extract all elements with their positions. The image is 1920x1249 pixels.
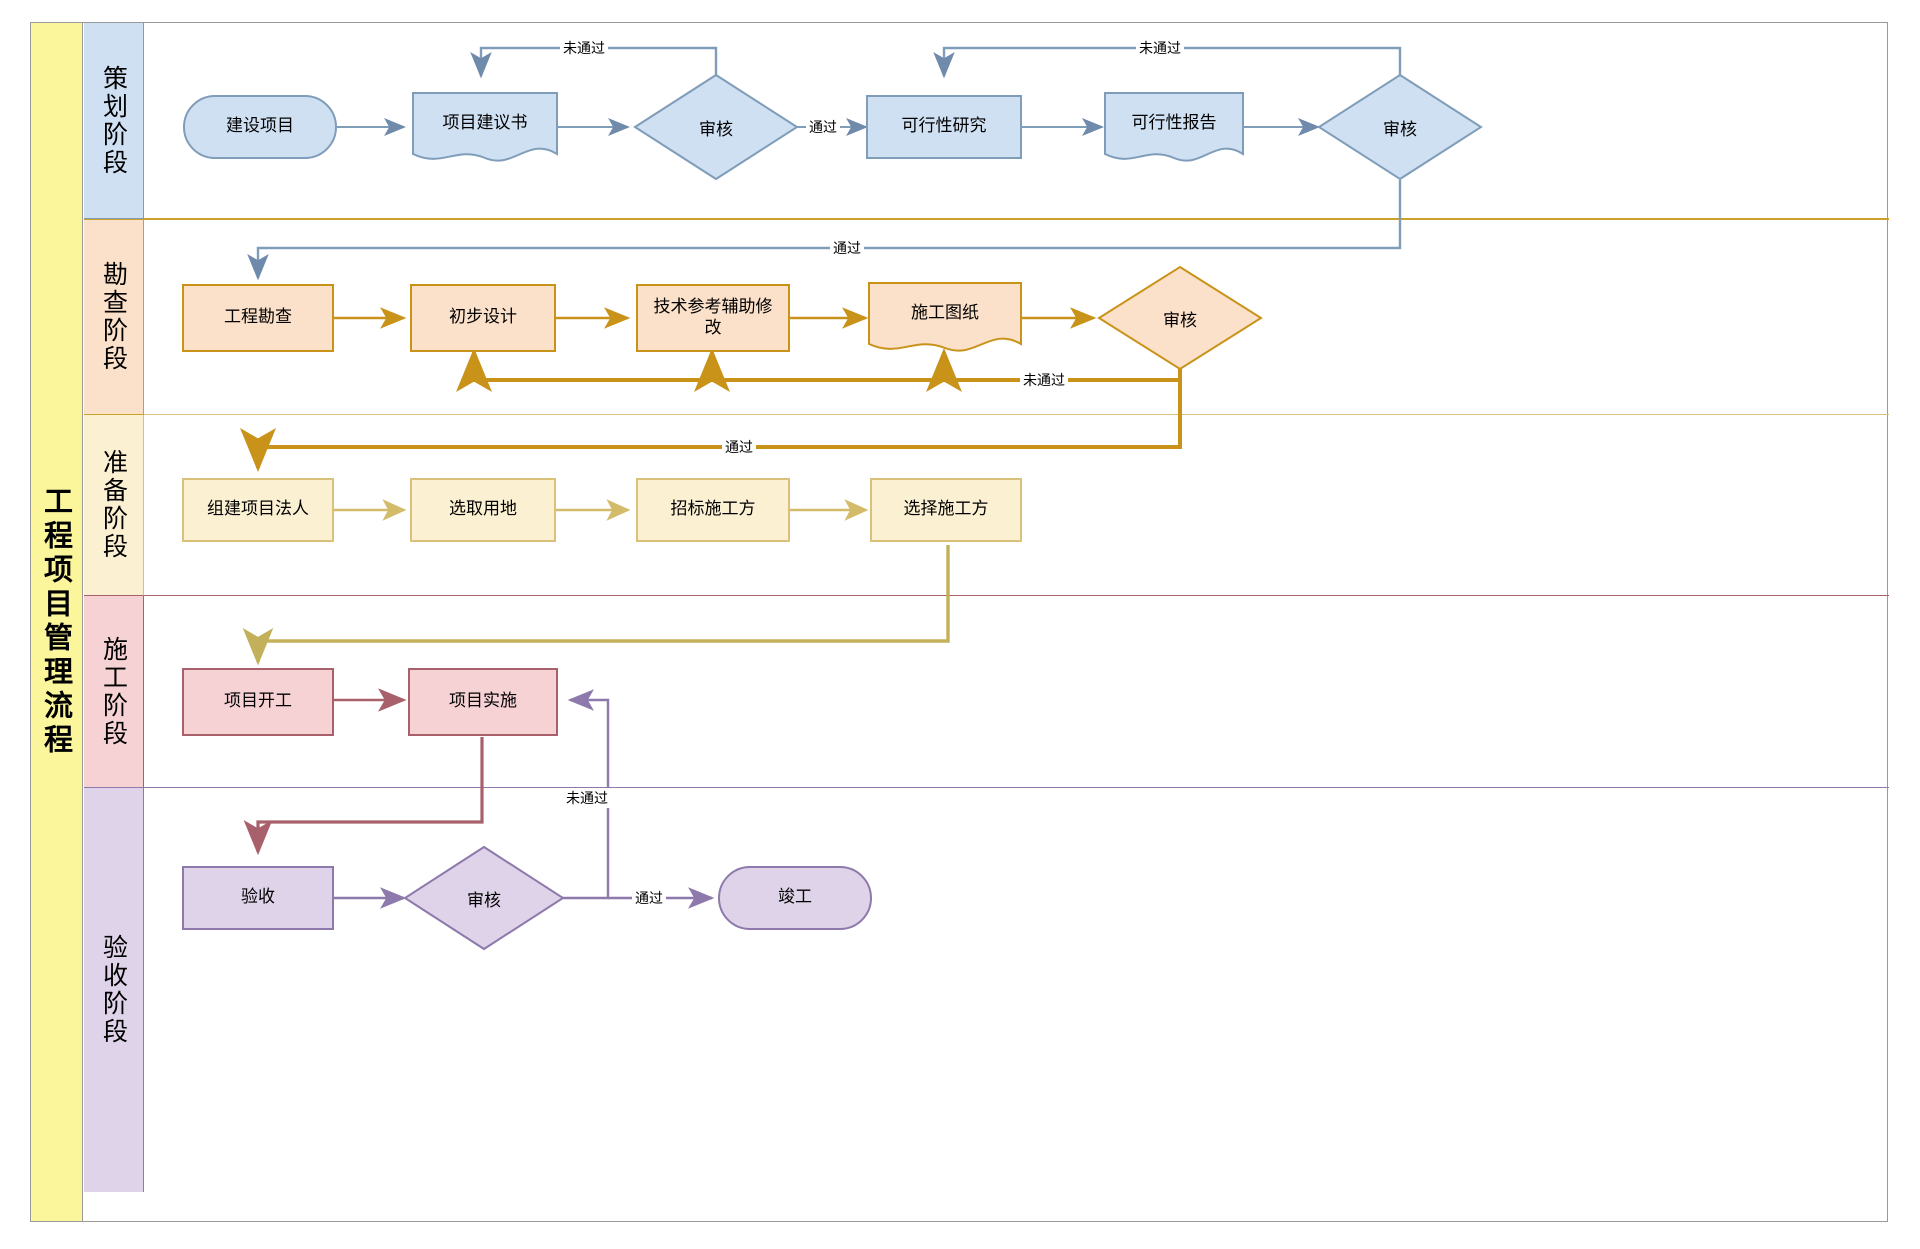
node-label: 选取用地: [449, 499, 517, 520]
lane-label-construction: 施工阶段: [84, 596, 144, 788]
node-review-1[interactable]: 审核: [634, 74, 798, 180]
lane-label-acceptance: 验收阶段: [84, 788, 144, 1192]
edge-label-l1-pass-1: 通过: [806, 117, 840, 137]
node-label: 项目建议书: [442, 113, 528, 134]
node-form-legal-entity[interactable]: 组建项目法人: [182, 478, 334, 542]
node-feasibility-study[interactable]: 可行性研究: [866, 95, 1022, 159]
node-select-land[interactable]: 选取用地: [410, 478, 556, 542]
diagram-title-column: 工程项目管理流程: [31, 23, 83, 1221]
node-review-2[interactable]: 审核: [1318, 74, 1482, 180]
node-acceptance[interactable]: 验收: [182, 866, 334, 930]
node-label: 审核: [1383, 119, 1417, 140]
node-label: 选择施工方: [903, 499, 989, 520]
node-label: 项目实施: [449, 691, 517, 712]
node-label: 审核: [1163, 310, 1197, 331]
node-feasibility-report[interactable]: 可行性报告: [1104, 100, 1244, 148]
lane-label-text: 验收阶段: [99, 934, 129, 1046]
node-project-implementation[interactable]: 项目实施: [408, 668, 558, 736]
node-engineering-survey[interactable]: 工程勘查: [182, 284, 334, 352]
node-label: 项目开工: [224, 691, 292, 712]
node-construction-project[interactable]: 建设项目: [183, 95, 337, 159]
node-project-proposal[interactable]: 项目建议书: [412, 100, 558, 148]
edge-label-l1-fail-1: 未通过: [560, 38, 608, 58]
edge-label-l1-fail-2: 未通过: [1136, 38, 1184, 58]
node-label: 施工图纸: [911, 303, 979, 324]
node-review-4[interactable]: 审核: [404, 846, 564, 950]
edge-label-l5-pass: 通过: [632, 888, 666, 908]
node-construction-drawings[interactable]: 施工图纸: [868, 290, 1022, 338]
lane-label-preparation: 准备阶段: [84, 415, 144, 596]
node-label: 招标施工方: [670, 499, 756, 520]
node-preliminary-design[interactable]: 初步设计: [410, 284, 556, 352]
node-label: 竣工: [778, 887, 812, 908]
flowchart-canvas: 工程项目管理流程 策划阶段 勘查阶段 准备阶段 施工阶段 验收阶段 建设项目 项…: [0, 0, 1920, 1249]
edge-label-l2-pass: 通过: [830, 238, 864, 258]
node-completion[interactable]: 竣工: [718, 866, 872, 930]
node-choose-contractor[interactable]: 选择施工方: [870, 478, 1022, 542]
node-tender-contractor[interactable]: 招标施工方: [636, 478, 790, 542]
lane-body-construction: [144, 596, 1889, 788]
lane-label-survey: 勘查阶段: [84, 219, 144, 415]
lane-label-text: 勘查阶段: [99, 261, 129, 373]
node-label: 组建项目法人: [207, 499, 309, 520]
node-label: 工程勘查: [224, 307, 292, 328]
node-label: 可行性研究: [901, 116, 987, 137]
lane-label-text: 准备阶段: [99, 449, 129, 561]
node-label: 审核: [699, 119, 733, 140]
node-label: 可行性报告: [1131, 113, 1217, 134]
node-label: 技术参考辅助修改: [653, 296, 773, 338]
node-label: 审核: [467, 890, 501, 911]
lane-label-text: 策划阶段: [99, 64, 129, 177]
edge-label-l2-fail: 未通过: [1020, 370, 1068, 390]
edge-label-l5-fail: 未通过: [563, 788, 611, 808]
edge-label-l3-pass: 通过: [722, 437, 756, 457]
node-label: 初步设计: [449, 307, 517, 328]
node-label: 验收: [241, 887, 275, 908]
node-label: 建设项目: [226, 116, 294, 137]
node-review-3[interactable]: 审核: [1098, 266, 1262, 370]
node-technical-revision[interactable]: 技术参考辅助修改: [636, 284, 790, 352]
lane-label-planning: 策划阶段: [84, 23, 144, 219]
page-title: 工程项目管理流程: [39, 486, 74, 758]
lane-label-text: 施工阶段: [99, 635, 129, 748]
node-project-start[interactable]: 项目开工: [182, 668, 334, 736]
